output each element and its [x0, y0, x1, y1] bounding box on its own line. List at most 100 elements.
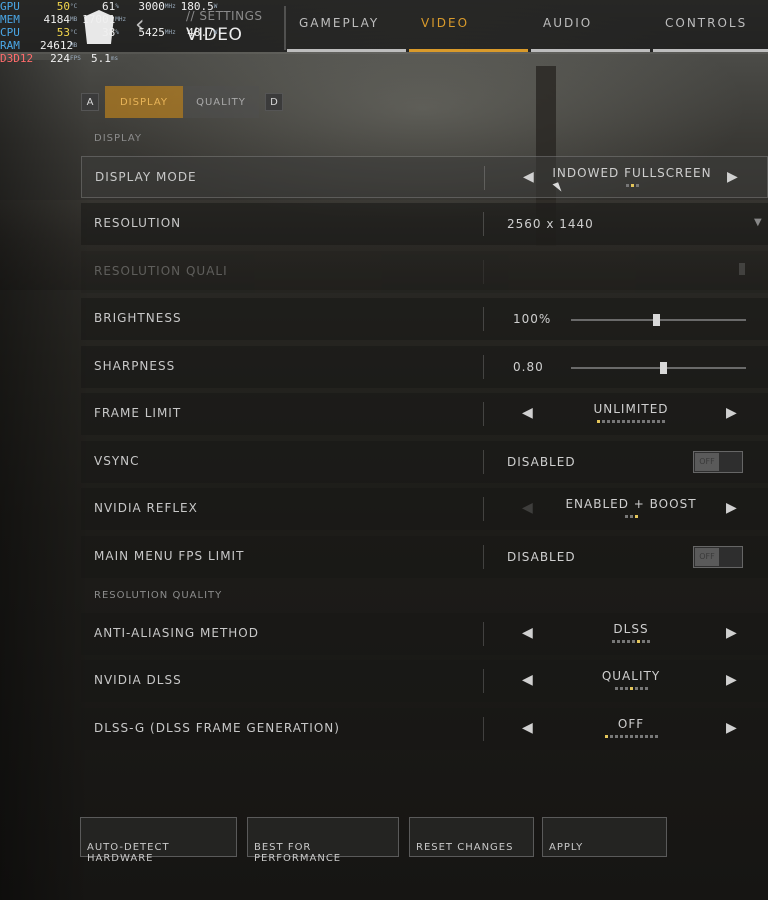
setting-value: DLSS — [613, 622, 649, 636]
tab-video[interactable]: VIDEO — [409, 0, 528, 52]
subtab-display[interactable]: DISPLAY — [105, 86, 183, 118]
vsync-toggle[interactable]: OFF — [693, 451, 743, 473]
arrow-left-icon[interactable]: ◀ — [522, 500, 533, 516]
setting-value: 2560 x 1440 — [507, 217, 594, 231]
option-dot — [637, 640, 640, 643]
row-divider — [484, 166, 485, 190]
setting-row-resolution[interactable]: RESOLUTION 2560 x 1440 ▼ — [81, 203, 768, 245]
arrow-left-icon[interactable]: ◀ — [522, 672, 533, 688]
option-dots — [546, 687, 716, 690]
tab-audio[interactable]: AUDIO — [531, 0, 650, 52]
option-dot — [602, 420, 605, 423]
setting-value: DISABLED — [507, 550, 576, 564]
arrow-right-icon[interactable]: ▶ — [726, 625, 737, 641]
slider-handle — [739, 263, 745, 275]
section-label-resolution-quality: RESOLUTION QUALITY — [94, 590, 223, 601]
option-dot — [622, 640, 625, 643]
option-dot — [647, 640, 650, 643]
arrow-right-icon[interactable]: ▶ — [726, 500, 737, 516]
option-dot — [624, 735, 628, 738]
hud-value: 5425 — [138, 26, 165, 39]
hud-value: 4184 — [43, 13, 71, 26]
hud-value: 61 — [101, 0, 116, 13]
row-divider — [483, 355, 484, 379]
sharpness-slider[interactable] — [571, 362, 746, 374]
keycap-a: A — [81, 93, 99, 111]
row-divider — [483, 545, 484, 569]
hud-unit: °C — [70, 3, 78, 10]
option-dot — [604, 735, 608, 738]
arrow-right-icon[interactable]: ▶ — [726, 672, 737, 688]
hud-value: 224 — [50, 52, 70, 65]
arrow-right-icon[interactable]: ▶ — [727, 169, 738, 185]
hud-row-ram: RAM 24612 MB — [0, 39, 77, 52]
option-dot — [632, 640, 635, 643]
arrow-left-icon[interactable]: ◀ — [522, 720, 533, 736]
option-dot — [637, 420, 640, 423]
option-dot — [609, 735, 613, 738]
sub-tabs: A DISPLAY QUALITY D — [81, 86, 283, 118]
option-dot — [607, 420, 610, 423]
setting-row-vsync[interactable]: VSYNC DISABLED OFF — [81, 441, 768, 483]
row-divider — [483, 307, 484, 331]
setting-value: ENABLED + BOOST — [565, 497, 697, 511]
hud-row-d3d12: D3D12 224 FPS 5.1 ms — [0, 52, 118, 65]
arrow-left-icon[interactable]: ◀ — [522, 625, 533, 641]
tab-gameplay[interactable]: GAMEPLAY — [287, 0, 406, 52]
slider-handle[interactable] — [653, 314, 661, 326]
setting-row-dlss-g[interactable]: DLSS-G (DLSS FRAME GENERATION) ◀ OFF ▶ — [81, 708, 768, 750]
setting-value: OFF — [617, 717, 645, 731]
main-menu-fps-toggle[interactable]: OFF — [693, 546, 743, 568]
option-dot — [612, 420, 615, 423]
option-dot — [632, 420, 635, 423]
option-dot — [639, 687, 643, 690]
hud-unit: MB — [70, 42, 78, 49]
option-dot — [617, 420, 620, 423]
best-for-performance-button[interactable]: BEST FOR PERFORMANCE — [247, 817, 399, 864]
setting-row-sharpness[interactable]: SHARPNESS 0.80 — [81, 346, 768, 388]
hud-unit: W — [213, 3, 218, 10]
dropdown-chevron-icon[interactable]: ▼ — [754, 217, 762, 228]
setting-row-display-mode[interactable]: DISPLAY MODE ◀ INDOWED FULLSCREEN ▶ — [81, 156, 768, 198]
row-divider — [483, 212, 484, 236]
hud-value: 180.5 — [180, 0, 214, 13]
hud-row-cpu: CPU 53 °C 38% 5425 MHz 48.7 W — [0, 26, 217, 39]
option-dot — [629, 515, 633, 518]
option-dot — [629, 687, 633, 690]
setting-row-main-menu-fps-limit[interactable]: MAIN MENU FPS LIMIT DISABLED OFF — [81, 536, 768, 578]
setting-row-nvidia-reflex[interactable]: NVIDIA REFLEX ◀ ENABLED + BOOST ▶ — [81, 488, 768, 530]
option-dot — [619, 687, 623, 690]
option-dot — [624, 515, 628, 518]
option-dot — [652, 420, 655, 423]
option-dot — [612, 640, 615, 643]
hud-label: GPU — [0, 0, 20, 13]
setting-row-nvidia-dlss[interactable]: NVIDIA DLSS ◀ QUALITY ▶ — [81, 660, 768, 702]
hud-unit: FPS — [70, 55, 81, 62]
subtab-quality[interactable]: QUALITY — [183, 86, 259, 118]
option-dot — [614, 735, 618, 738]
setting-row-frame-limit[interactable]: FRAME LIMIT ◀ UNLIMITED ▶ — [81, 393, 768, 435]
hud-value: 38 — [101, 26, 116, 39]
setting-value: 100% — [513, 312, 552, 326]
option-dot — [657, 420, 660, 423]
tab-controls[interactable]: CONTROLS — [653, 0, 768, 52]
option-dot — [642, 640, 645, 643]
hud-unit: MHz — [164, 3, 176, 10]
arrow-left-icon[interactable]: ◀ — [523, 169, 534, 185]
arrow-right-icon[interactable]: ▶ — [726, 405, 737, 421]
option-dot — [630, 184, 634, 187]
setting-row-anti-aliasing[interactable]: ANTI-ALIASING METHOD ◀ DLSS ▶ — [81, 613, 768, 655]
arrow-right-icon[interactable]: ▶ — [726, 720, 737, 736]
option-dot — [644, 687, 648, 690]
hud-value: 48.7 — [187, 26, 214, 39]
setting-row-brightness[interactable]: BRIGHTNESS 100% — [81, 298, 768, 340]
slider-handle[interactable] — [660, 362, 668, 374]
reset-changes-button[interactable]: RESET CHANGES — [409, 817, 534, 857]
apply-button[interactable]: APPLY — [542, 817, 667, 857]
arrow-left-icon[interactable]: ◀ — [522, 405, 533, 421]
brightness-slider[interactable] — [571, 314, 746, 326]
setting-value: 0.80 — [513, 360, 544, 374]
auto-detect-hardware-button[interactable]: AUTO-DETECT HARDWARE — [80, 817, 237, 864]
option-dots — [546, 735, 716, 738]
hud-unit: MB — [70, 16, 78, 23]
